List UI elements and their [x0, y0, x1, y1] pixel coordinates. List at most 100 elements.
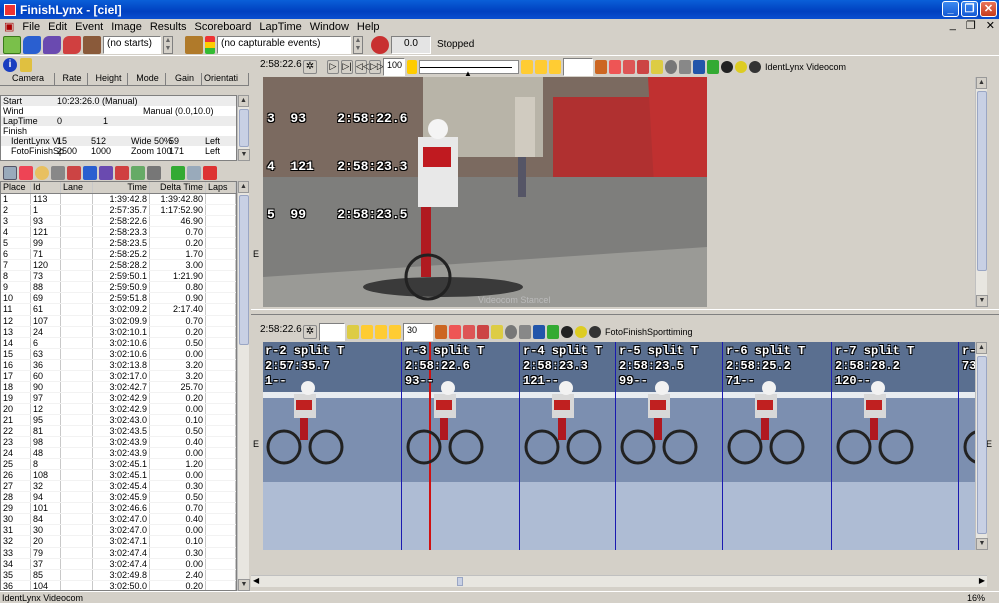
circle-icon[interactable] — [721, 61, 733, 73]
scroll-up-icon[interactable]: ▲ — [238, 181, 249, 193]
col-place[interactable]: Place — [1, 182, 31, 193]
capture-icon[interactable] — [3, 35, 21, 54]
flag-icon[interactable] — [20, 58, 32, 72]
photo-time-field[interactable]: 2:58:22.6 — [257, 323, 302, 341]
table-row[interactable]: 9 88 2:59:50.9 0.80 — [1, 282, 236, 294]
table-row[interactable]: 13 24 3:02:10.1 0.20 — [1, 326, 236, 338]
results-scrollbar[interactable]: ▲ ▼ — [237, 181, 250, 591]
mdi-restore-button[interactable]: ❐ — [966, 19, 976, 32]
table-icon[interactable] — [707, 60, 719, 74]
grid-add-icon[interactable] — [187, 165, 201, 180]
shoe-blue-icon[interactable] — [23, 35, 41, 54]
circle-icon[interactable] — [561, 326, 573, 338]
scroll-thumb[interactable] — [977, 91, 987, 271]
print-icon[interactable] — [519, 325, 531, 339]
search-box[interactable] — [319, 323, 345, 341]
minimize-button[interactable]: _ — [942, 1, 959, 17]
menu-event[interactable]: Event — [71, 21, 107, 33]
marker-icon[interactable] — [477, 325, 489, 339]
doc-icon[interactable]: ▣ — [0, 20, 18, 33]
table-row[interactable]: 29 101 3:02:46.6 0.70 — [1, 503, 236, 515]
zoom-icon[interactable] — [651, 60, 663, 74]
photo-hscrollbar[interactable]: ◀ ▶ — [251, 575, 987, 587]
scroll-right-icon[interactable]: ▶ — [979, 576, 985, 585]
save-icon[interactable] — [533, 325, 545, 339]
no-icon[interactable] — [449, 325, 461, 339]
table-row[interactable]: 24 48 3:02:43.9 0.00 — [1, 448, 236, 460]
scroll-down-icon[interactable]: ▼ — [976, 538, 988, 550]
stop-x-icon[interactable] — [19, 165, 33, 180]
table-row[interactable]: 36 104 3:02:50.0 0.20 — [1, 580, 236, 590]
circle-gold-icon[interactable] — [575, 326, 587, 338]
channel-select[interactable] — [563, 58, 593, 76]
menu-results[interactable]: Results — [146, 21, 191, 33]
stopwatch-icon[interactable] — [371, 35, 389, 54]
info-scrollbar[interactable]: ▲ ▼ — [237, 95, 250, 161]
starts-field[interactable]: (no starts) — [103, 35, 161, 54]
snowflake-icon[interactable]: ✲ — [303, 60, 317, 74]
photo-finish-image[interactable]: r-2 split T 2:57:35.7 1-- r-3 split T 2:58:2… — [263, 342, 975, 550]
no-icon[interactable] — [609, 60, 621, 74]
scroll-up-icon[interactable]: ▲ — [238, 95, 249, 107]
close-button[interactable]: ✕ — [980, 1, 997, 17]
table-row[interactable]: 26 108 3:02:45.1 0.00 — [1, 470, 236, 482]
table-row[interactable]: 33 79 3:02:47.4 0.30 — [1, 547, 236, 559]
list-icon[interactable] — [131, 165, 145, 180]
table-icon[interactable] — [547, 325, 559, 339]
starts-spinner[interactable]: ▲ ▼ — [163, 35, 173, 54]
table-row[interactable]: 27 32 3:02:45.4 0.30 — [1, 481, 236, 493]
table-row[interactable]: 4 121 2:58:23.3 0.70 — [1, 227, 236, 239]
table-row[interactable]: 7 120 2:58:28.2 3.00 — [1, 260, 236, 272]
table-row[interactable]: 11 61 3:02:09.2 2:17.40 — [1, 304, 236, 316]
mdi-close-button[interactable]: ✕ — [986, 19, 995, 32]
camera-row[interactable]: IdentLynx Vi 15 512 Wide 50% 59 Left — [1, 136, 236, 146]
step-forward-icon[interactable]: ▷| — [341, 60, 353, 74]
snowflake-icon[interactable]: ✲ — [303, 325, 317, 339]
shoe-red-icon[interactable] — [115, 165, 129, 180]
shoe-blue-icon[interactable] — [83, 165, 97, 180]
table-row[interactable]: 2 1 2:57:35.7 1:17:52.90 — [1, 205, 236, 217]
search-icon[interactable] — [35, 165, 49, 180]
traffic-light-icon[interactable] — [205, 35, 215, 54]
fast-forward-icon[interactable]: ▷▷ — [369, 60, 384, 74]
split-column[interactable]: r-6 split T 2:58:25.2 71-- — [722, 342, 805, 550]
table-row[interactable]: 31 30 3:02:47.0 0.00 — [1, 525, 236, 537]
camera-row[interactable]: FotoFinishSp 2500 1000 Zoom 100 171 Left — [1, 146, 236, 156]
marker-icon[interactable] — [637, 60, 649, 74]
circle-dark-icon[interactable] — [589, 326, 601, 338]
menu-scoreboard[interactable]: Scoreboard — [191, 21, 256, 33]
play-icon[interactable]: ▷ — [327, 60, 339, 74]
pane-splitter[interactable] — [251, 309, 999, 315]
photo-scrollbar[interactable]: ▲ ▼ — [975, 342, 988, 550]
split-column[interactable]: r-3 split T 2:58:22.6 93-- — [401, 342, 484, 550]
table-row[interactable]: 35 85 3:02:49.8 2.40 — [1, 569, 236, 581]
printer-icon[interactable] — [147, 165, 161, 180]
table-row[interactable]: 3 93 2:58:22.6 46.90 — [1, 216, 236, 228]
table-row[interactable]: 32 20 3:02:47.1 0.10 — [1, 536, 236, 548]
table-row[interactable]: 25 8 3:02:45.1 1.20 — [1, 459, 236, 471]
settings-icon[interactable] — [595, 60, 607, 74]
col-id[interactable]: Id — [31, 182, 61, 193]
shoe-purple-icon[interactable] — [99, 165, 113, 180]
rate-field[interactable]: 100 — [383, 58, 405, 76]
scroll-up-icon[interactable]: ▲ — [976, 77, 987, 89]
menu-edit[interactable]: Edit — [44, 21, 71, 33]
table-row[interactable]: 17 60 3:02:17.0 3.20 — [1, 370, 236, 382]
video-scrollbar[interactable]: ▲ ▼ — [975, 77, 988, 307]
col-laps[interactable]: Laps — [206, 182, 236, 193]
scroll-thumb[interactable] — [457, 577, 463, 586]
zoom-select[interactable]: 30 — [403, 323, 433, 341]
events-field[interactable]: (no capturable events) — [217, 35, 351, 54]
table-row[interactable]: 5 99 2:58:23.5 0.20 — [1, 238, 236, 250]
grid-icon[interactable] — [3, 165, 17, 180]
menu-help[interactable]: Help — [353, 21, 384, 33]
rewind-icon[interactable]: ◁◁ — [355, 60, 370, 74]
zoom-icon[interactable] — [491, 325, 503, 339]
events-spinner[interactable]: ▲ ▼ — [353, 35, 363, 54]
col-lane[interactable]: Lane — [61, 182, 93, 193]
calendar-icon[interactable] — [347, 325, 359, 339]
scroll-thumb[interactable] — [239, 195, 249, 345]
print-icon[interactable] — [51, 165, 65, 180]
circle-dark-icon[interactable] — [749, 61, 761, 73]
table-row[interactable]: 23 98 3:02:43.9 0.40 — [1, 437, 236, 449]
